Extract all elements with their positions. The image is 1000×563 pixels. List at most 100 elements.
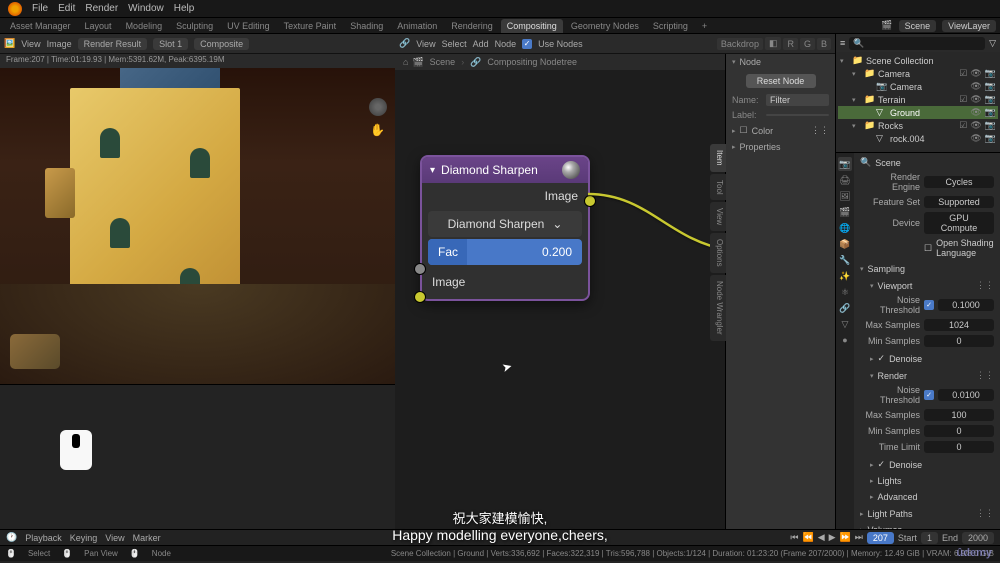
layer-selector[interactable]: Composite xyxy=(194,38,249,50)
panel-properties[interactable]: ▸Properties xyxy=(726,139,835,155)
use-nodes-checkbox[interactable]: ✓ xyxy=(522,39,532,49)
editor-type-icon[interactable]: 🔗 xyxy=(399,38,410,49)
ws-shading[interactable]: Shading xyxy=(344,19,389,33)
tl-view[interactable]: View xyxy=(105,533,124,543)
breadcrumb-tree[interactable]: Compositing Nodetree xyxy=(487,57,577,67)
ie-menu-image[interactable]: Image xyxy=(47,39,72,49)
ws-asset-manager[interactable]: Asset Manager xyxy=(4,19,77,33)
tab-scene[interactable]: 🎬 xyxy=(838,205,852,219)
filter-node[interactable]: ▾ Diamond Sharpen Image Diamond Sharpen … xyxy=(420,155,590,301)
tab-modifier[interactable]: 🔧 xyxy=(838,253,852,267)
r-noise-checkbox[interactable]: ✓ xyxy=(924,390,934,400)
comp-menu-view[interactable]: View xyxy=(416,39,435,49)
vtab-options[interactable]: Options xyxy=(710,233,726,273)
vtab-view[interactable]: View xyxy=(710,202,726,231)
output-image-socket[interactable] xyxy=(584,195,596,207)
ws-uv-editing[interactable]: UV Editing xyxy=(221,19,276,33)
ws-modeling[interactable]: Modeling xyxy=(120,19,169,33)
tab-world[interactable]: 🌐 xyxy=(838,221,852,235)
r-noise-value[interactable]: 0.0100 xyxy=(938,389,994,401)
collapse-icon[interactable]: ▾ xyxy=(430,165,435,176)
outliner-search[interactable]: 🔍 xyxy=(849,37,985,50)
tab-particles[interactable]: ✨ xyxy=(838,269,852,283)
vp-max-samples[interactable]: 1024 xyxy=(924,319,994,331)
section-light-paths[interactable]: ▸Light Paths⋮⋮ xyxy=(856,506,998,521)
outliner-camera-collection[interactable]: ▾📁Camera☑👁📷 xyxy=(838,67,998,80)
channel-g[interactable]: G xyxy=(800,38,815,50)
vp-noise-value[interactable]: 0.1000 xyxy=(938,299,994,311)
menu-help[interactable]: Help xyxy=(174,3,195,14)
section-sampling[interactable]: ▾Sampling xyxy=(856,262,998,276)
outliner-camera[interactable]: 📷Camera👁📷 xyxy=(838,80,998,93)
vtab-node-wrangler[interactable]: Node Wrangler xyxy=(710,275,726,341)
render-viewport[interactable]: ✋ xyxy=(0,68,395,384)
comp-menu-node[interactable]: Node xyxy=(495,39,517,49)
section-viewport[interactable]: ▾Viewport⋮⋮ xyxy=(856,278,998,293)
orbit-gizmo-icon[interactable] xyxy=(369,98,387,116)
tab-object[interactable]: 📦 xyxy=(838,237,852,251)
breadcrumb-scene[interactable]: Scene xyxy=(430,57,456,67)
menu-edit[interactable]: Edit xyxy=(58,3,75,14)
comp-menu-add[interactable]: Add xyxy=(473,39,489,49)
tl-marker[interactable]: Marker xyxy=(133,533,161,543)
name-field[interactable]: Filter xyxy=(766,94,829,106)
panel-node-header[interactable]: ▾Node xyxy=(726,54,835,70)
input-image-socket[interactable] xyxy=(414,291,426,303)
tab-material[interactable]: ● xyxy=(838,333,852,347)
section-r-denoise[interactable]: ▸✓Denoise xyxy=(856,457,998,472)
ws-sculpting[interactable]: Sculpting xyxy=(170,19,219,33)
input-fac-socket[interactable] xyxy=(414,263,426,275)
ws-texture-paint[interactable]: Texture Paint xyxy=(278,19,343,33)
tl-keying[interactable]: Keying xyxy=(70,533,98,543)
ws-add[interactable]: + xyxy=(696,19,713,33)
node-header[interactable]: ▾ Diamond Sharpen xyxy=(422,157,588,183)
backdrop-toggle[interactable]: Backdrop xyxy=(717,38,763,50)
ws-animation[interactable]: Animation xyxy=(391,19,443,33)
viewlayer-selector[interactable]: ViewLayer xyxy=(942,20,996,32)
channel-r[interactable]: R xyxy=(783,38,798,50)
pan-icon[interactable]: ✋ xyxy=(370,123,385,137)
image-datablock[interactable]: Render Result xyxy=(78,38,148,50)
tab-physics[interactable]: ⚛ xyxy=(838,285,852,299)
filter-type-dropdown[interactable]: Diamond Sharpen ⌄ xyxy=(428,211,582,237)
outliner-ground[interactable]: ▽Ground👁📷 xyxy=(838,106,998,119)
end-frame[interactable]: 2000 xyxy=(962,532,994,544)
device-dropdown[interactable]: GPU Compute xyxy=(924,212,994,234)
tab-constraints[interactable]: 🔗 xyxy=(838,301,852,315)
jump-start-icon[interactable]: ⏮ xyxy=(790,532,798,543)
tab-render[interactable]: 📷 xyxy=(838,157,852,171)
ie-menu-view[interactable]: View xyxy=(21,39,40,49)
render-engine-dropdown[interactable]: Cycles xyxy=(924,176,994,188)
tab-data[interactable]: ▽ xyxy=(838,317,852,331)
ws-geometry-nodes[interactable]: Geometry Nodes xyxy=(565,19,645,33)
editor-type-icon[interactable]: 🕐 xyxy=(6,532,17,543)
outliner-terrain[interactable]: ▾📁Terrain☑👁📷 xyxy=(838,93,998,106)
channel-combined-icon[interactable]: ◧ xyxy=(765,37,782,50)
tab-viewlayer[interactable]: 🖼 xyxy=(838,189,852,203)
vtab-item[interactable]: Item xyxy=(710,144,726,172)
section-vp-denoise[interactable]: ▸✓Denoise xyxy=(856,351,998,366)
play-reverse-icon[interactable]: ◀ xyxy=(818,532,825,543)
home-icon[interactable]: ⌂ xyxy=(403,57,408,67)
outliner-scene-collection[interactable]: ▾📁Scene Collection xyxy=(838,54,998,67)
channel-b[interactable]: B xyxy=(817,38,831,50)
editor-type-icon[interactable]: 🖼️ xyxy=(4,38,15,49)
outliner-tree[interactable]: ▾📁Scene Collection ▾📁Camera☑👁📷 📷Camera👁📷… xyxy=(836,52,1000,152)
ws-rendering[interactable]: Rendering xyxy=(445,19,499,33)
section-lights[interactable]: ▸Lights xyxy=(856,474,998,488)
comp-menu-select[interactable]: Select xyxy=(442,39,467,49)
jump-end-icon[interactable]: ⏭ xyxy=(855,532,863,543)
panel-color[interactable]: ▸☐Color⋮⋮ xyxy=(726,122,835,139)
start-frame[interactable]: 1 xyxy=(921,532,938,544)
outliner-rock004[interactable]: ▽rock.004👁📷 xyxy=(838,132,998,145)
ws-layout[interactable]: Layout xyxy=(79,19,118,33)
tl-playback[interactable]: Playback xyxy=(25,533,62,543)
ws-scripting[interactable]: Scripting xyxy=(647,19,694,33)
menu-window[interactable]: Window xyxy=(128,3,164,14)
filter-icon[interactable]: ▽ xyxy=(989,38,996,49)
scene-selector[interactable]: Scene xyxy=(899,20,937,32)
vtab-tool[interactable]: Tool xyxy=(710,174,726,201)
feature-set-dropdown[interactable]: Supported xyxy=(924,196,994,208)
vp-min-samples[interactable]: 0 xyxy=(924,335,994,347)
current-frame[interactable]: 207 xyxy=(867,532,894,544)
